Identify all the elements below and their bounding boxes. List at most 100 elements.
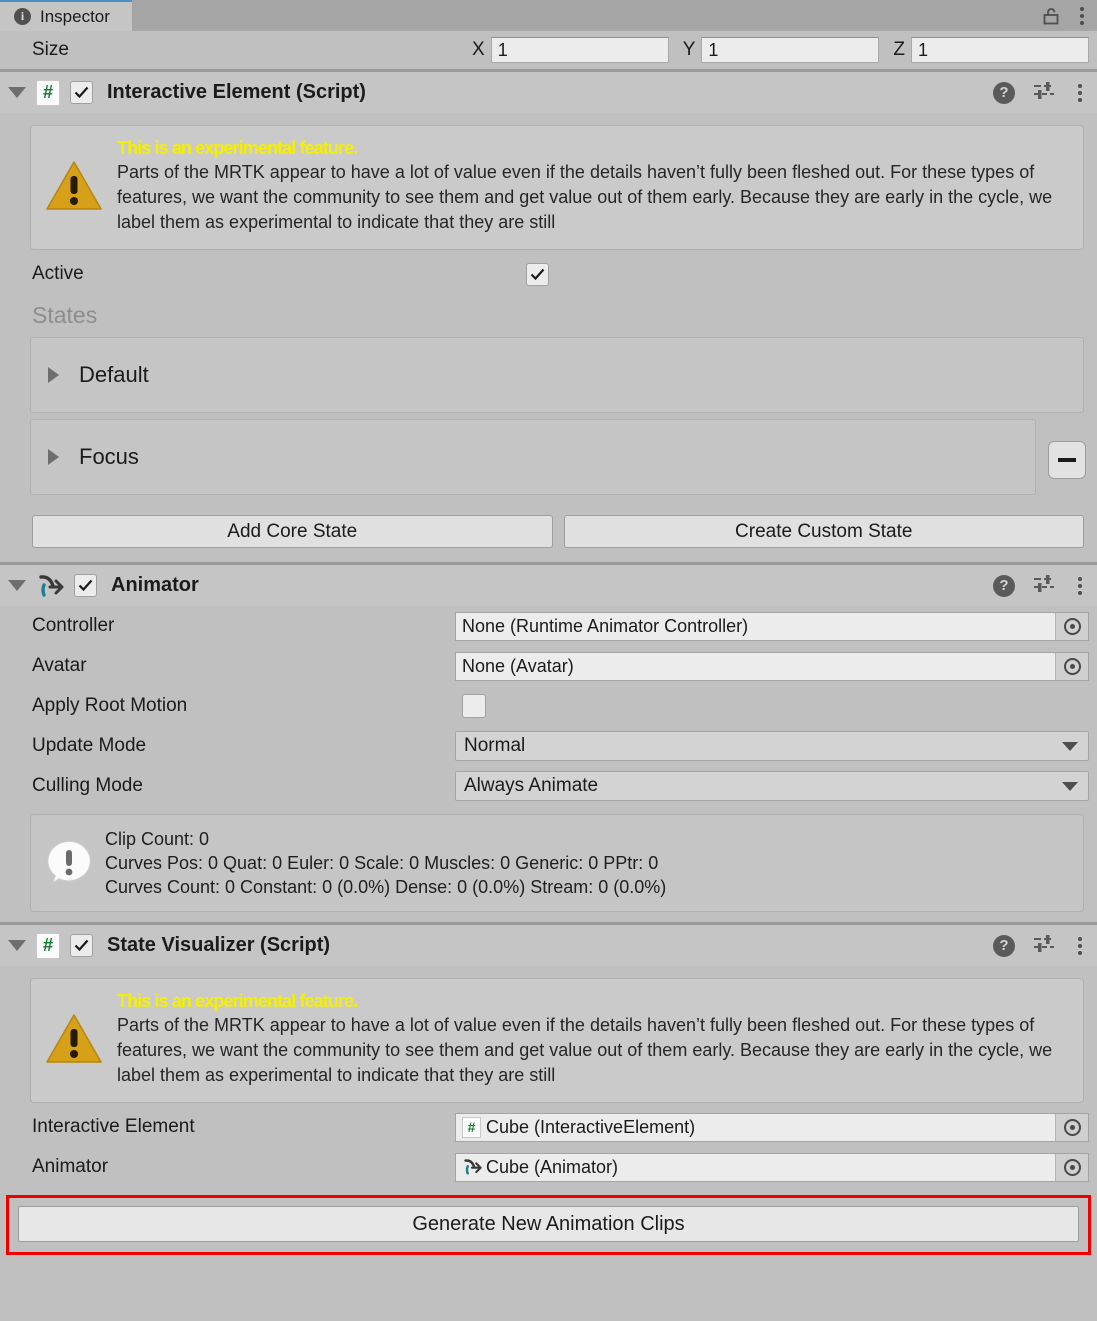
kebab-menu-icon[interactable] <box>1073 575 1087 597</box>
culling-mode-row: Culling Mode Always Animate <box>0 766 1097 806</box>
size-z-input[interactable]: 1 <box>911 37 1089 63</box>
remove-state-button[interactable] <box>1048 441 1086 479</box>
avatar-value: None (Avatar) <box>462 655 574 676</box>
info-line-curves-count: Curves Count: 0 Constant: 0 (0.0%) Dense… <box>105 877 667 897</box>
component-header-interactive-element[interactable]: # Interactive Element (Script) ? <box>0 72 1097 113</box>
kebab-menu-icon[interactable] <box>1073 82 1087 104</box>
chevron-down-icon <box>1062 781 1078 791</box>
object-picker-icon[interactable] <box>1055 652 1088 680</box>
component-header-actions: ? <box>993 933 1097 958</box>
enabled-checkbox-animator[interactable] <box>74 574 97 597</box>
animator-ref-row: Animator Cube (Animator) <box>0 1147 1097 1187</box>
create-custom-state-button[interactable]: Create Custom State <box>563 515 1084 548</box>
state-item-focus[interactable]: Focus <box>30 419 1036 495</box>
state-name: Focus <box>79 444 139 469</box>
kebab-menu-icon[interactable] <box>1075 5 1089 27</box>
apply-root-motion-row: Apply Root Motion <box>0 686 1097 726</box>
controller-label: Controller <box>32 615 115 636</box>
object-picker-icon[interactable] <box>1055 1153 1088 1181</box>
axis-label-x: X <box>472 39 485 60</box>
interactive-element-ref-row: Interactive Element # Cube (InteractiveE… <box>0 1107 1097 1147</box>
culling-mode-value: Always Animate <box>464 775 599 796</box>
unlocked-padlock-icon[interactable] <box>1041 6 1061 26</box>
component-title: Animator <box>111 574 199 596</box>
active-row: Active <box>0 254 1097 294</box>
info-circle-icon: i <box>14 8 31 25</box>
culling-mode-label: Culling Mode <box>32 775 143 796</box>
foldout-arrow-icon[interactable] <box>48 449 59 465</box>
object-picker-icon[interactable] <box>1055 612 1088 640</box>
component-title: State Visualizer (Script) <box>107 934 331 956</box>
size-label: Size <box>32 39 69 60</box>
tabbar-actions <box>1041 0 1097 31</box>
info-line-curves: Curves Pos: 0 Quat: 0 Euler: 0 Scale: 0 … <box>105 853 659 873</box>
tab-label: Inspector <box>40 6 110 26</box>
culling-mode-dropdown[interactable]: Always Animate <box>455 771 1089 801</box>
active-label: Active <box>32 263 84 284</box>
state-action-buttons: Add Core State Create Custom State <box>0 501 1097 562</box>
controller-object-field[interactable]: None (Runtime Animator Controller) <box>455 611 1089 641</box>
animator-object-field[interactable]: Cube (Animator) <box>455 1152 1089 1182</box>
foldout-arrow-icon[interactable] <box>8 87 26 98</box>
preset-sliders-icon[interactable] <box>1032 933 1056 958</box>
help-circle-icon[interactable]: ? <box>993 81 1015 104</box>
animator-ref-value: Cube (Animator) <box>486 1156 619 1177</box>
kebab-menu-icon[interactable] <box>1073 935 1087 957</box>
warning-heading: This is an experimental feature. <box>117 138 358 158</box>
interactive-element-label: Interactive Element <box>32 1116 195 1137</box>
warning-text: This is an experimental feature. Parts o… <box>117 136 1073 235</box>
csharp-script-icon: # <box>36 79 60 106</box>
generate-clips-highlight: Generate New Animation Clips <box>6 1195 1091 1255</box>
update-mode-row: Update Mode Normal <box>0 726 1097 766</box>
apply-root-motion-checkbox[interactable] <box>462 694 486 718</box>
tab-inspector[interactable]: i Inspector <box>0 0 132 31</box>
states-section-title: States <box>32 302 98 328</box>
warning-body: Parts of the MRTK appear to have a lot o… <box>117 162 1053 232</box>
size-y-input[interactable]: 1 <box>701 37 880 63</box>
controller-value: None (Runtime Animator Controller) <box>462 615 749 636</box>
update-mode-value: Normal <box>464 735 526 756</box>
update-mode-label: Update Mode <box>32 735 147 756</box>
component-header-animator[interactable]: Animator ? <box>0 565 1097 606</box>
enabled-checkbox-interactive-element[interactable] <box>70 81 93 104</box>
state-item-default[interactable]: Default <box>30 337 1084 413</box>
warning-heading: This is an experimental feature. <box>117 991 358 1011</box>
component-header-actions: ? <box>993 573 1097 598</box>
experimental-warning-box: This is an experimental feature. Parts o… <box>30 978 1084 1103</box>
preset-sliders-icon[interactable] <box>1032 573 1056 598</box>
apply-root-motion-label: Apply Root Motion <box>32 695 188 716</box>
interactive-element-object-field[interactable]: # Cube (InteractiveElement) <box>455 1112 1089 1142</box>
foldout-arrow-icon[interactable] <box>48 367 59 383</box>
object-picker-icon[interactable] <box>1055 1113 1088 1141</box>
state-name: Default <box>79 362 149 387</box>
preset-sliders-icon[interactable] <box>1032 80 1056 105</box>
warning-triangle-icon <box>45 159 103 213</box>
size-x-input[interactable]: 1 <box>490 37 669 63</box>
update-mode-dropdown[interactable]: Normal <box>455 731 1089 761</box>
foldout-arrow-icon[interactable] <box>8 580 26 591</box>
inspector-window: i Inspector Size X 1 Y 1 Z 1 # Interacti… <box>0 0 1097 1321</box>
size-x-group: X 1 <box>472 37 669 63</box>
add-core-state-button[interactable]: Add Core State <box>32 515 553 548</box>
size-vector3: X 1 Y 1 Z 1 <box>458 37 1097 63</box>
component-body-interactive-element: This is an experimental feature. Parts o… <box>0 125 1097 562</box>
foldout-arrow-icon[interactable] <box>8 940 26 951</box>
csharp-script-icon: # <box>36 932 60 959</box>
help-circle-icon[interactable]: ? <box>993 934 1015 957</box>
enabled-checkbox-state-visualizer[interactable] <box>70 934 93 957</box>
component-header-state-visualizer[interactable]: # State Visualizer (Script) ? <box>0 925 1097 966</box>
component-body-state-visualizer: This is an experimental feature. Parts o… <box>0 978 1097 1255</box>
size-z-group: Z 1 <box>893 37 1089 63</box>
avatar-object-field[interactable]: None (Avatar) <box>455 651 1089 681</box>
csharp-script-icon: # <box>462 1116 481 1138</box>
generate-new-animation-clips-button[interactable]: Generate New Animation Clips <box>18 1206 1079 1242</box>
animator-info-lines: Clip Count: 0 Curves Pos: 0 Quat: 0 Eule… <box>105 825 666 899</box>
chevron-down-icon <box>1062 741 1078 751</box>
active-checkbox[interactable] <box>525 262 549 286</box>
info-bubble-icon <box>43 838 95 887</box>
help-circle-icon[interactable]: ? <box>993 574 1015 597</box>
warning-body: Parts of the MRTK appear to have a lot o… <box>117 1015 1053 1085</box>
info-line-clip-count: Clip Count: 0 <box>105 829 210 849</box>
warning-text: This is an experimental feature. Parts o… <box>117 989 1073 1088</box>
animator-info-box: Clip Count: 0 Curves Pos: 0 Quat: 0 Eule… <box>30 814 1084 912</box>
